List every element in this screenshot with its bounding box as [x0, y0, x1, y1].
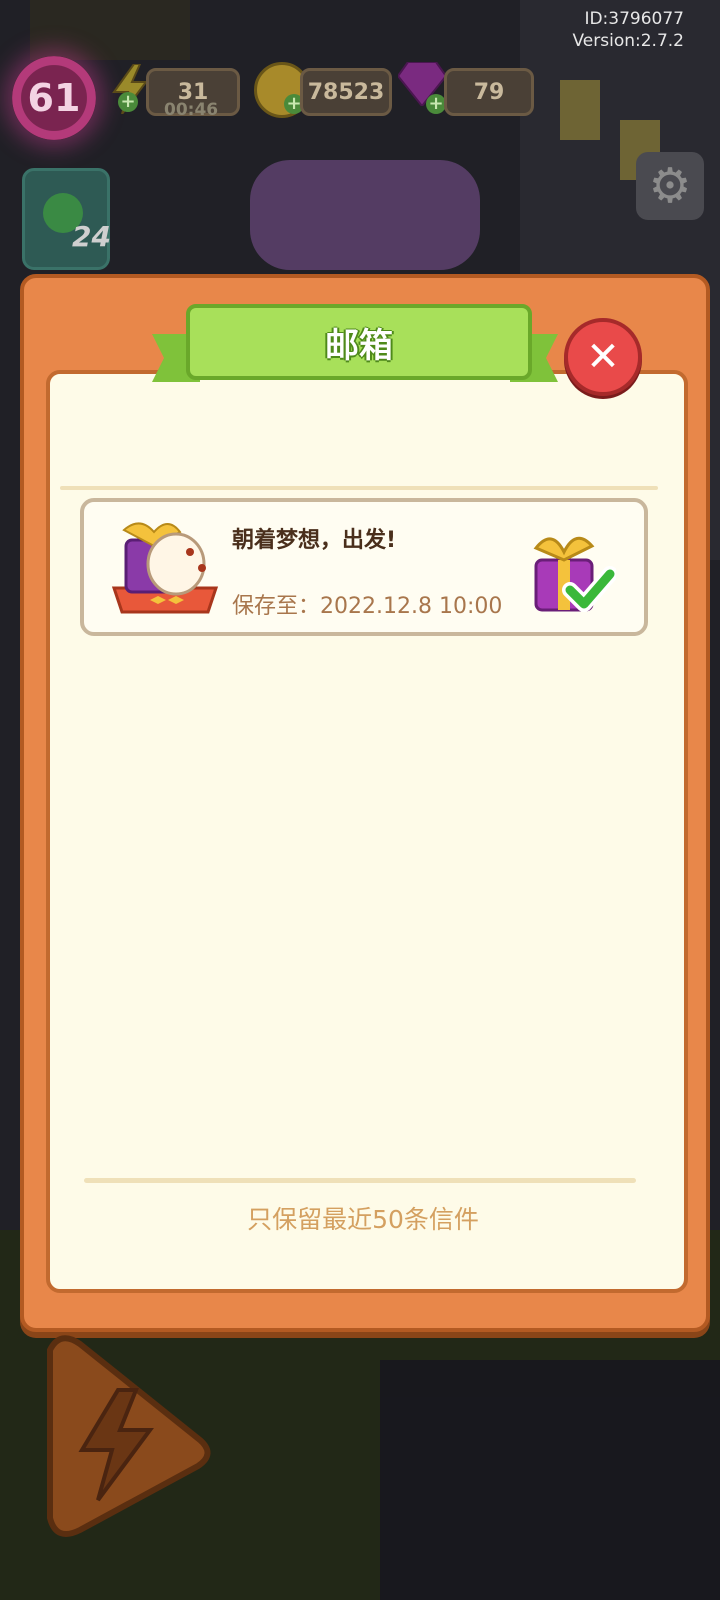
mailbox-dialog: 系统 私信 朝着梦想，出发! 保存至：2022.12.8 10:00: [20, 274, 710, 1332]
mail-sender-icon: [110, 516, 220, 616]
level-badge[interactable]: 61: [12, 56, 96, 140]
add-gem-icon[interactable]: +: [426, 94, 446, 114]
side-card-count: 24: [72, 220, 111, 253]
user-id: ID:3796077: [584, 9, 684, 29]
footer-divider: [84, 1178, 636, 1183]
top-hud: ID:3796077 Version:2.7.2 61 + 31 00:46 +…: [0, 0, 720, 140]
user-info: ID:3796077 Version:2.7.2: [573, 8, 685, 52]
dialog-title: 邮箱: [325, 325, 393, 366]
dialog-title-bar: 邮箱: [186, 304, 532, 380]
energy-timer: 00:46: [164, 100, 219, 120]
add-energy-icon[interactable]: +: [118, 92, 138, 112]
level-number: 61: [27, 76, 81, 120]
boost-button[interactable]: [20, 1330, 220, 1540]
mail-retention-notice: 只保留最近50条信件: [247, 1205, 479, 1234]
title-ribbon: 邮箱: [152, 304, 558, 382]
version-label: Version:2.7.2: [572, 31, 685, 51]
lightning-boost-icon: [47, 1335, 211, 1537]
gift-claimed-icon: [526, 528, 618, 618]
close-icon: ✕: [586, 334, 620, 380]
mail-item[interactable]: 朝着梦想，出发! 保存至：2022.12.8 10:00: [80, 498, 648, 636]
side-task-card[interactable]: 24: [22, 168, 111, 270]
event-banner[interactable]: [250, 160, 480, 270]
gem-counter: 79: [444, 68, 534, 116]
mail-expiry: 保存至：2022.12.8 10:00: [232, 594, 503, 619]
mailbox-panel: 系统 私信 朝着梦想，出发! 保存至：2022.12.8 10:00: [46, 370, 688, 1293]
mail-title: 朝着梦想，出发!: [232, 528, 397, 553]
close-button[interactable]: ✕: [564, 318, 642, 396]
coin-counter: 78523: [300, 68, 392, 116]
tab-divider: [60, 486, 658, 490]
settings-gear-icon[interactable]: ⚙: [636, 152, 704, 220]
